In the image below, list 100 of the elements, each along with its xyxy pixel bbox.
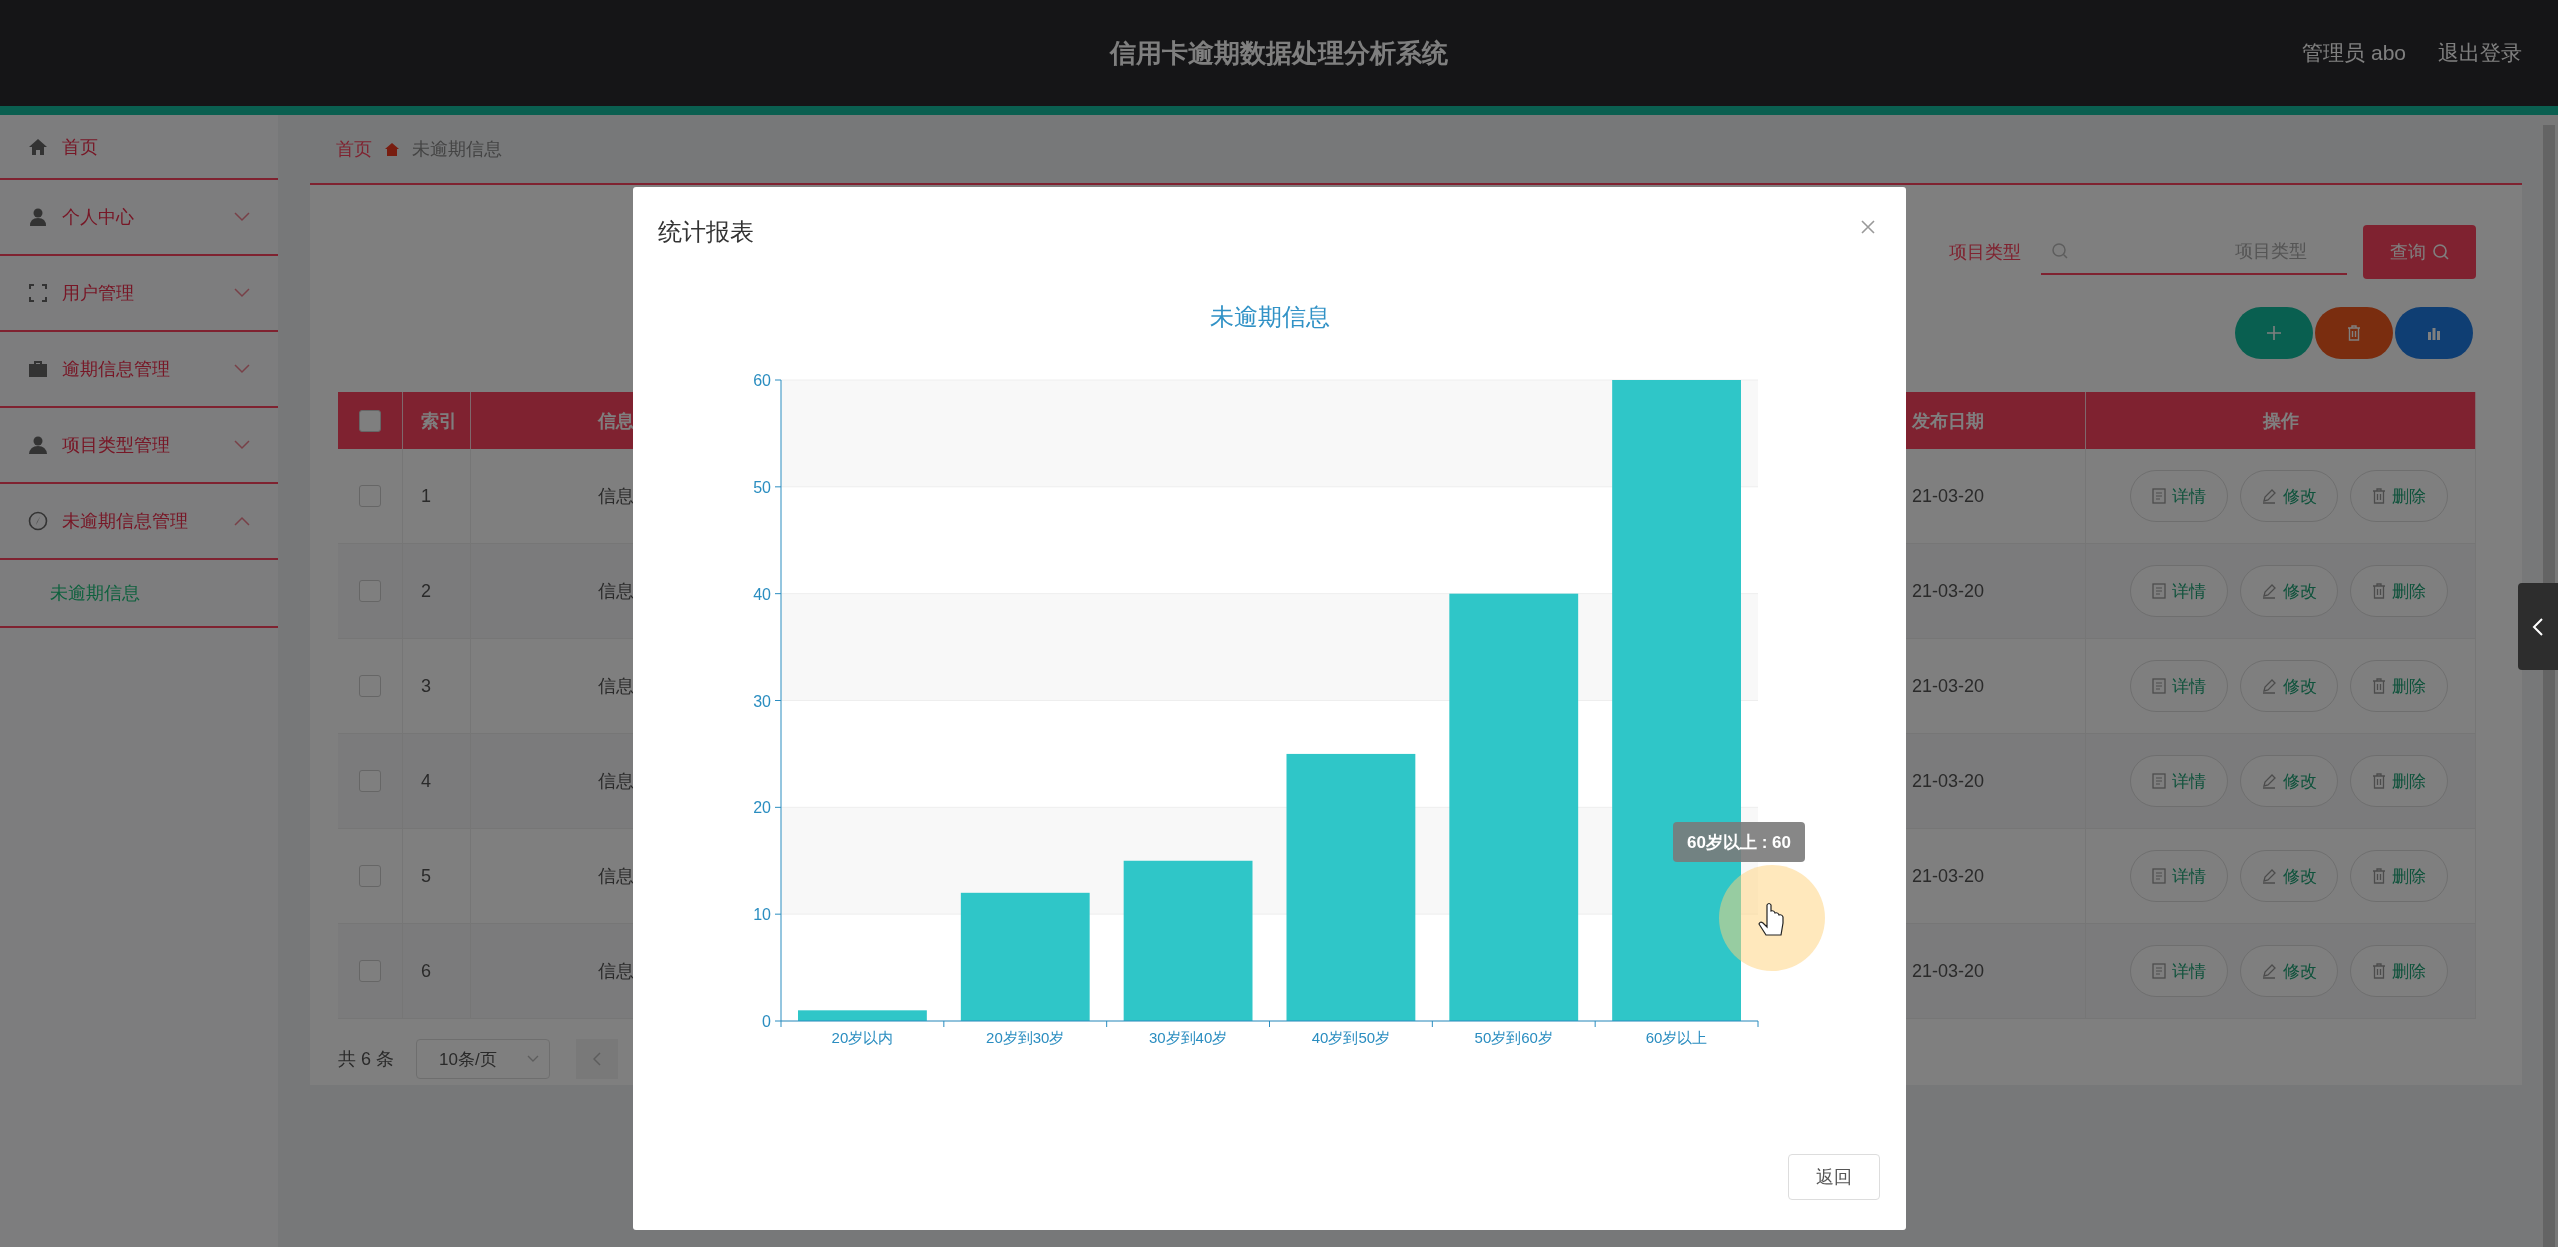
delete-button[interactable]: 删除 (2349, 850, 2448, 902)
edit-button[interactable]: 修改 (2239, 565, 2338, 617)
edit-button[interactable]: 修改 (2239, 945, 2338, 997)
table-cell: 6 (403, 924, 471, 1019)
tooltip: 60岁以上 : 60 (1673, 822, 1805, 862)
delete-button[interactable]: 删除 (2349, 660, 2448, 712)
add-button[interactable] (2235, 307, 2313, 359)
axis-label: 60岁以上 (1645, 1029, 1708, 1046)
column-header: 操作 (2086, 392, 2476, 449)
trash-icon (2371, 963, 2386, 979)
delete-button[interactable]: 删除 (2349, 470, 2448, 522)
details-button[interactable]: 详情 (2129, 850, 2228, 902)
trash-icon (2371, 868, 2386, 884)
chart-title: 未逾期信息 (1209, 303, 1330, 330)
column-header: 索引 (403, 392, 471, 449)
logout-link[interactable]: 退出登录 (2438, 39, 2522, 67)
document-icon (2151, 678, 2166, 694)
pencil-icon (2260, 868, 2277, 884)
trash-icon (2371, 488, 2386, 504)
pencil-icon (2260, 583, 2277, 599)
axis-label: 50 (753, 478, 771, 496)
document-icon (2151, 868, 2166, 884)
axis-label: 10 (753, 906, 771, 924)
dialog-title: 统计报表 (658, 217, 754, 247)
table-cell: 2 (403, 544, 471, 639)
pencil-icon (2260, 488, 2277, 504)
trash-icon (2347, 325, 2361, 341)
row-checkbox[interactable] (359, 485, 381, 507)
breadcrumb-link[interactable]: 首页 (336, 137, 372, 161)
compass-icon (28, 511, 48, 531)
bar-chart-icon (2426, 326, 2442, 340)
edit-button[interactable]: 修改 (2239, 850, 2338, 902)
pencil-icon (2260, 963, 2277, 979)
axis-label: 60 (753, 372, 771, 389)
row-checkbox[interactable] (359, 865, 381, 887)
document-icon (2151, 773, 2166, 789)
sidebar-item[interactable]: 未逾期信息管理 (0, 484, 278, 560)
total-count: 共 6 条 (338, 1048, 394, 1071)
sidebar-item[interactable]: 首页 (0, 115, 278, 180)
page-size-select[interactable]: 10条/页 (416, 1039, 550, 1079)
chevron-down-icon (527, 1055, 539, 1063)
search-icon (2051, 242, 2069, 260)
edit-button[interactable]: 修改 (2239, 755, 2338, 807)
row-checkbox[interactable] (359, 770, 381, 792)
prev-page-button[interactable] (576, 1039, 618, 1079)
search-icon (2431, 243, 2450, 261)
sidebar-subitem[interactable]: 未逾期信息 (0, 560, 278, 628)
details-button[interactable]: 详情 (2129, 945, 2228, 997)
drawer-toggle[interactable] (2518, 583, 2558, 670)
row-checkbox[interactable] (359, 675, 381, 697)
trash-icon (2371, 678, 2386, 694)
sidebar-item[interactable]: 用户管理 (0, 256, 278, 332)
delete-button[interactable]: 删除 (2349, 565, 2448, 617)
details-button[interactable]: 详情 (2129, 565, 2228, 617)
back-button[interactable]: 返回 (1788, 1154, 1880, 1200)
delete-button[interactable]: 删除 (2349, 755, 2448, 807)
chart-button[interactable] (2395, 307, 2473, 359)
pencil-icon (2260, 773, 2277, 789)
select-all-checkbox[interactable] (359, 409, 381, 432)
search-button[interactable]: 查询 (2363, 225, 2476, 279)
home-icon (28, 136, 48, 157)
axis-label: 30 (753, 692, 771, 710)
axis-label: 40 (753, 585, 771, 603)
delete-button[interactable]: 删除 (2349, 945, 2448, 997)
briefcase-icon (28, 359, 48, 379)
pencil-icon (2260, 678, 2277, 694)
details-button[interactable]: 详情 (2129, 660, 2228, 712)
sidebar-item[interactable]: 逾期信息管理 (0, 332, 278, 408)
axis-label: 50岁到60岁 (1474, 1029, 1553, 1046)
app-title: 信用卡逾期数据处理分析系统 (1110, 36, 1448, 70)
chevron-left-icon (593, 1052, 601, 1066)
user-icon (28, 207, 48, 227)
user-name: 管理员 abo (2302, 40, 2406, 66)
sidebar-item[interactable]: 项目类型管理 (0, 408, 278, 484)
document-icon (2151, 963, 2166, 979)
row-checkbox[interactable] (359, 960, 381, 982)
document-icon (2151, 583, 2166, 599)
row-checkbox[interactable] (359, 580, 381, 602)
trash-icon (2371, 583, 2386, 599)
hand-cursor-icon (1758, 902, 1784, 936)
axis-label: 20岁以内 (831, 1029, 894, 1046)
frame-corners-icon (28, 283, 48, 303)
axis-label: 20 (753, 799, 771, 817)
axis-label: 20岁到30岁 (986, 1029, 1065, 1046)
plus-icon (2266, 325, 2282, 341)
user-icon (28, 435, 48, 455)
details-button[interactable]: 详情 (2129, 755, 2228, 807)
search-label: 项目类型 (1949, 241, 2021, 264)
edit-button[interactable]: 修改 (2239, 470, 2338, 522)
sidebar-item[interactable]: 个人中心 (0, 180, 278, 256)
axis-label: 40岁到50岁 (1311, 1029, 1391, 1046)
chevron-left-icon (2532, 616, 2544, 637)
delete-button[interactable] (2315, 307, 2393, 359)
document-icon (2151, 488, 2166, 504)
edit-button[interactable]: 修改 (2239, 660, 2338, 712)
table-cell: 4 (403, 734, 471, 829)
house-icon (384, 141, 400, 157)
trash-icon (2371, 773, 2386, 789)
details-button[interactable]: 详情 (2129, 470, 2228, 522)
axis-label: 30岁到40岁 (1148, 1029, 1228, 1046)
